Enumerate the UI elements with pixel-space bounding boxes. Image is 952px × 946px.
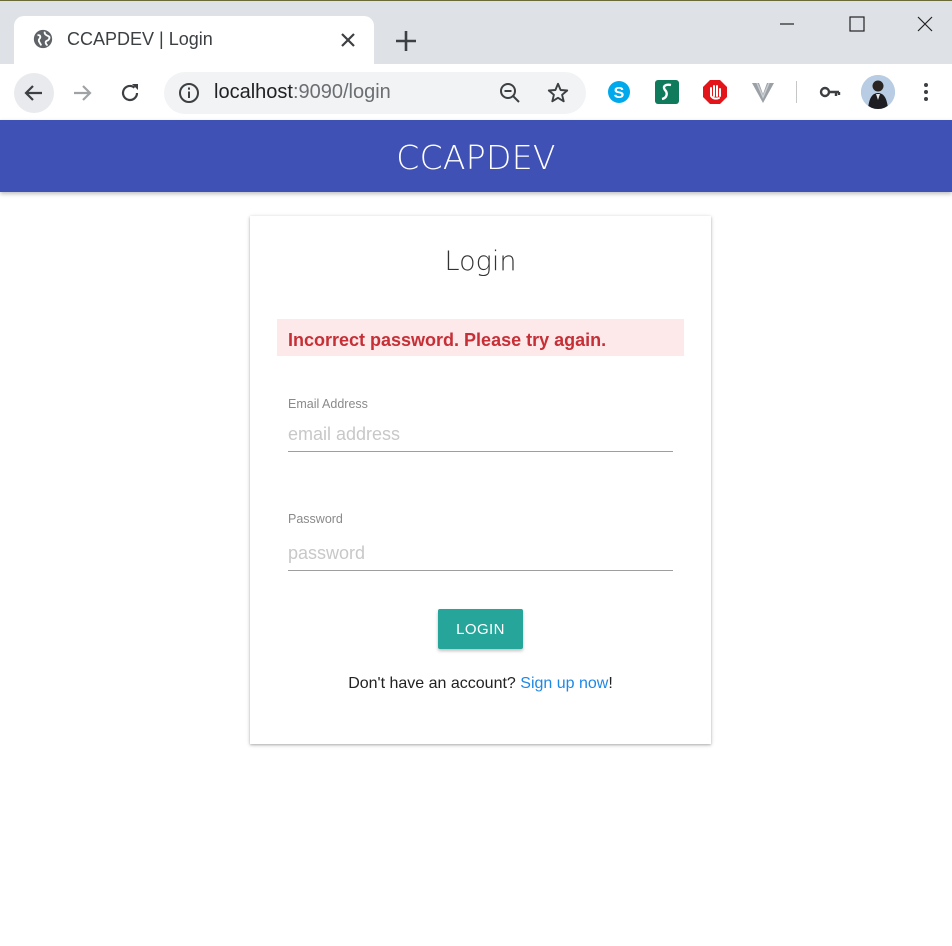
arrow-left-icon	[24, 85, 42, 101]
plus-icon[interactable]	[392, 27, 420, 55]
browser-tab[interactable]: CCAPDEV | Login	[14, 16, 374, 66]
forward-button[interactable]	[62, 73, 102, 113]
signup-suffix: !	[608, 675, 613, 692]
password-field[interactable]	[288, 537, 673, 571]
svg-text:S: S	[614, 85, 625, 102]
error-alert: Incorrect password. Please try again.	[277, 319, 684, 356]
address-bar[interactable]: localhost:9090/login	[164, 72, 586, 114]
reload-button[interactable]	[110, 73, 150, 113]
stop-hand-icon[interactable]	[702, 79, 728, 105]
login-button[interactable]: LOGIN	[438, 609, 523, 649]
back-button[interactable]	[14, 73, 54, 113]
key-icon[interactable]	[818, 80, 842, 104]
url-text[interactable]: localhost:9090/login	[214, 81, 391, 104]
signup-prompt: Don't have an account?	[348, 675, 521, 692]
info-icon[interactable]	[178, 82, 200, 104]
login-title: Login	[444, 246, 517, 277]
toolbar-divider	[796, 81, 797, 103]
browser-toolbar: localhost:9090/login S	[0, 64, 952, 120]
password-label: Password	[288, 512, 343, 526]
close-icon[interactable]	[338, 30, 358, 50]
globe-icon	[33, 29, 53, 49]
zoom-out-icon[interactable]	[498, 81, 522, 105]
window-close-icon[interactable]	[910, 9, 940, 39]
app-title: CCAPDEV	[396, 138, 556, 177]
v-extension-icon[interactable]	[750, 79, 776, 105]
reload-icon	[121, 84, 139, 102]
email-label: Email Address	[288, 397, 368, 411]
app-header: CCAPDEV	[0, 120, 952, 192]
signup-prompt-row: Don't have an account? Sign up now!	[250, 675, 711, 693]
email-field[interactable]	[288, 418, 673, 452]
signup-link[interactable]: Sign up now	[520, 675, 608, 692]
tab-title: CCAPDEV | Login	[67, 29, 213, 49]
maximize-icon[interactable]	[842, 9, 872, 39]
login-card: Login Incorrect password. Please try aga…	[250, 216, 711, 744]
skype-icon[interactable]: S	[606, 79, 632, 105]
profile-photo	[861, 75, 895, 109]
error-message: Incorrect password. Please try again.	[288, 330, 607, 350]
more-vert-icon[interactable]	[914, 80, 938, 104]
s-extension-icon[interactable]	[654, 79, 680, 105]
arrow-right-icon	[74, 85, 92, 101]
star-icon[interactable]	[546, 81, 570, 105]
browser-tabstrip: CCAPDEV | Login	[0, 0, 952, 66]
avatar[interactable]	[861, 75, 895, 109]
url-path: :9090/login	[292, 81, 391, 103]
minimize-icon[interactable]	[772, 9, 802, 39]
url-host: localhost	[214, 81, 293, 103]
